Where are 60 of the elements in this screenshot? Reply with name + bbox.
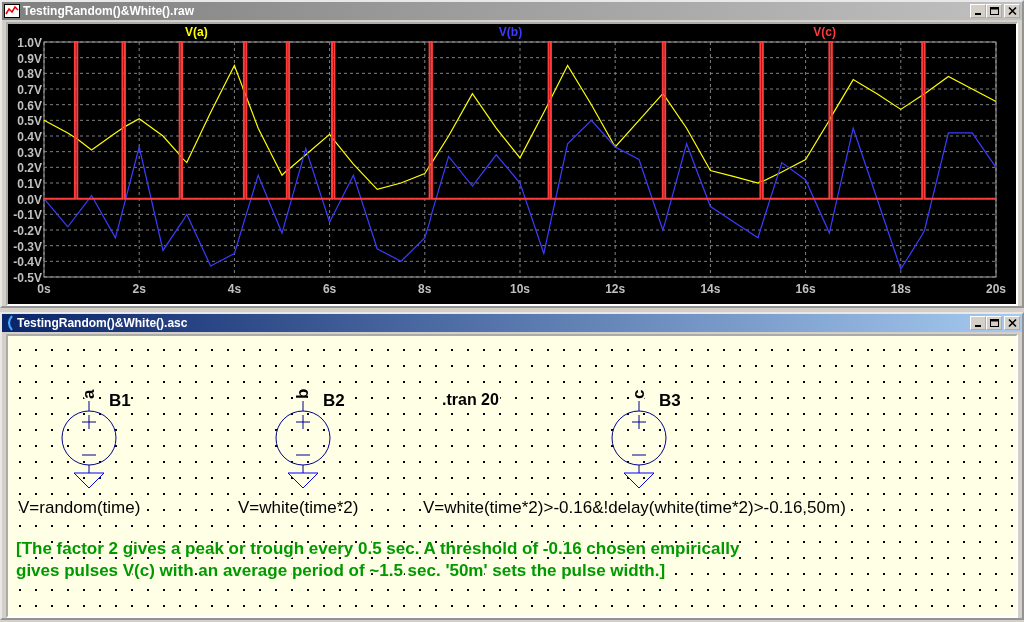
- y-tick-label: 0.4V: [17, 130, 42, 144]
- y-tick-label: 0.9V: [17, 51, 42, 66]
- ground-symbol: [623, 472, 655, 489]
- x-tick-label: 6s: [322, 282, 337, 296]
- node-label: b: [293, 388, 312, 399]
- y-tick-label: -0.1V: [13, 208, 42, 223]
- ground-symbol: [73, 472, 105, 489]
- x-tick-label: 2s: [132, 282, 146, 296]
- x-tick-label: 10s: [510, 282, 530, 296]
- source-expression: V=white(time*2): [238, 498, 359, 517]
- y-tick-label: -0.2V: [13, 224, 42, 238]
- node-label: a: [79, 389, 98, 399]
- comment-text: [The factor 2 gives a peak or trough every 0.5 sec. A threshold of -0.16 chosen empirically: [16, 539, 740, 558]
- component-name: B3: [659, 391, 681, 410]
- close-icon: [1006, 318, 1018, 328]
- window-title: TestingRandom()&White().raw: [23, 3, 195, 20]
- close-button[interactable]: [1004, 316, 1020, 330]
- y-tick-label: 1.0V: [17, 36, 42, 50]
- y-tick-label: -0.3V: [13, 239, 42, 254]
- y-tick-label: 0.1V: [17, 177, 42, 191]
- x-tick-label: 20s: [986, 282, 1006, 296]
- component-name: B1: [109, 391, 131, 410]
- minimize-button[interactable]: [970, 4, 986, 18]
- y-tick-label: 0.3V: [17, 145, 42, 160]
- x-tick-label: 4s: [227, 282, 242, 296]
- maximize-icon: [988, 6, 1000, 16]
- y-tick-label: 0.5V: [17, 114, 42, 129]
- minimize-button[interactable]: [970, 316, 986, 330]
- y-tick-label: 0.0V: [17, 192, 42, 207]
- y-tick-label: 0.8V: [17, 67, 42, 82]
- node-label: c: [629, 389, 648, 399]
- waveform-icon: [4, 4, 20, 18]
- trace-label: V(b): [498, 25, 523, 39]
- x-tick-label: 12s: [605, 282, 626, 296]
- close-icon: [1006, 6, 1018, 16]
- component-name: B2: [323, 391, 345, 410]
- trace-label: V(c): [813, 25, 836, 39]
- y-tick-label: -0.4V: [13, 255, 42, 270]
- trace-label: V(a): [185, 25, 208, 39]
- comment-text: gives pulses V(c) with an average period of ~1.5 sec. '50m' sets the pulse width.]: [16, 561, 666, 580]
- x-tick-label: 14s: [700, 282, 721, 296]
- maximize-button[interactable]: [986, 4, 1002, 18]
- spice-directive: .tran 20: [442, 391, 499, 408]
- close-button[interactable]: [1004, 4, 1020, 18]
- minimize-icon: [975, 325, 981, 327]
- source-expression: V=white(time*2)>-0.16&!delay(white(time*2)>-0.16,50m): [423, 498, 846, 517]
- maximize-icon: [988, 318, 1000, 328]
- y-tick-label: 0.6V: [17, 98, 42, 113]
- y-tick-label: 0.2V: [17, 161, 42, 176]
- x-tick-label: 18s: [890, 282, 911, 296]
- source-expression: V=random(time): [18, 498, 141, 517]
- ground-symbol: [287, 472, 319, 489]
- minimize-icon: [975, 13, 981, 15]
- x-tick-label: 0s: [37, 282, 51, 296]
- y-tick-label: -0.5V: [13, 271, 42, 285]
- maximize-button[interactable]: [986, 316, 1002, 330]
- y-tick-label: 0.7V: [17, 83, 42, 97]
- x-tick-label: 16s: [795, 282, 816, 296]
- window-title: TestingRandom()&White().asc: [17, 315, 188, 332]
- x-tick-label: 8s: [418, 282, 432, 296]
